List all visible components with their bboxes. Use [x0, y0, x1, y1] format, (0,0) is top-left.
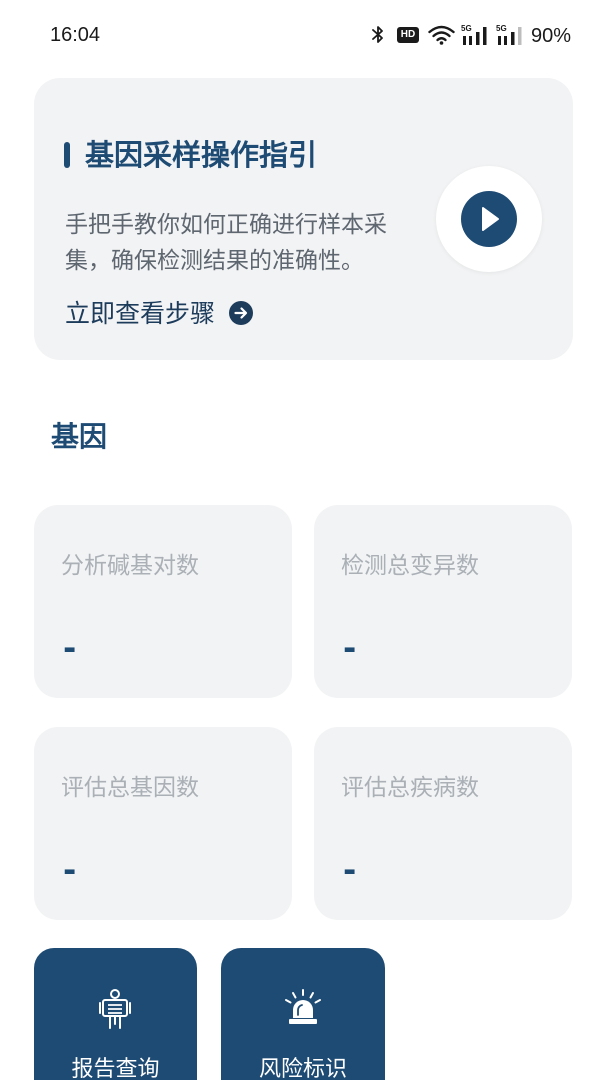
status-time: 16:04	[50, 24, 101, 46]
title-accent-bar	[64, 142, 70, 168]
stat-card-genes[interactable]: 评估总基因数 -	[34, 727, 292, 920]
tile-label: 风险标识	[258, 1057, 347, 1080]
play-video-button[interactable]	[436, 166, 542, 272]
guide-description: 手把手教你如何正确进行样本采集，确保检测结果的准确性。	[65, 212, 387, 274]
stat-value: -	[63, 851, 77, 889]
stat-label: 检测总变异数	[341, 553, 479, 579]
guide-title: 基因采样操作指引	[85, 138, 318, 172]
risk-marker-button[interactable]: 风险标识	[221, 948, 385, 1080]
stat-value: -	[63, 629, 77, 667]
body-scan-icon	[99, 989, 131, 1029]
arrow-right-circle-icon[interactable]	[229, 301, 253, 325]
battery-level: 90%	[531, 25, 572, 47]
stat-label: 分析碱基对数	[61, 553, 199, 579]
stat-label: 评估总基因数	[61, 775, 199, 801]
stat-card-variants[interactable]: 检测总变异数 -	[314, 505, 572, 698]
sampling-guide-card[interactable]: 基因采样操作指引 手把手教你如何正确进行样本采集，确保检测结果的准确性。 立即查…	[34, 78, 573, 360]
view-steps-link[interactable]: 立即查看步骤	[65, 297, 215, 331]
signal-icon: 5G	[461, 24, 489, 46]
section-title-gene: 基因	[51, 420, 108, 453]
bluetooth-icon	[372, 26, 383, 43]
stat-value: -	[343, 629, 357, 667]
stat-value: -	[343, 851, 357, 889]
wifi-icon	[428, 25, 455, 45]
stat-card-base-pairs[interactable]: 分析碱基对数 -	[34, 505, 292, 698]
stat-card-diseases[interactable]: 评估总疾病数 -	[314, 727, 572, 920]
hd-icon: HD	[397, 27, 419, 43]
report-query-button[interactable]: 报告查询	[34, 948, 197, 1080]
stat-label: 评估总疾病数	[341, 775, 479, 801]
alarm-icon	[285, 989, 321, 1024]
tile-label: 报告查询	[71, 1057, 160, 1080]
signal-icon: 5G	[496, 24, 524, 46]
play-icon	[461, 191, 517, 247]
